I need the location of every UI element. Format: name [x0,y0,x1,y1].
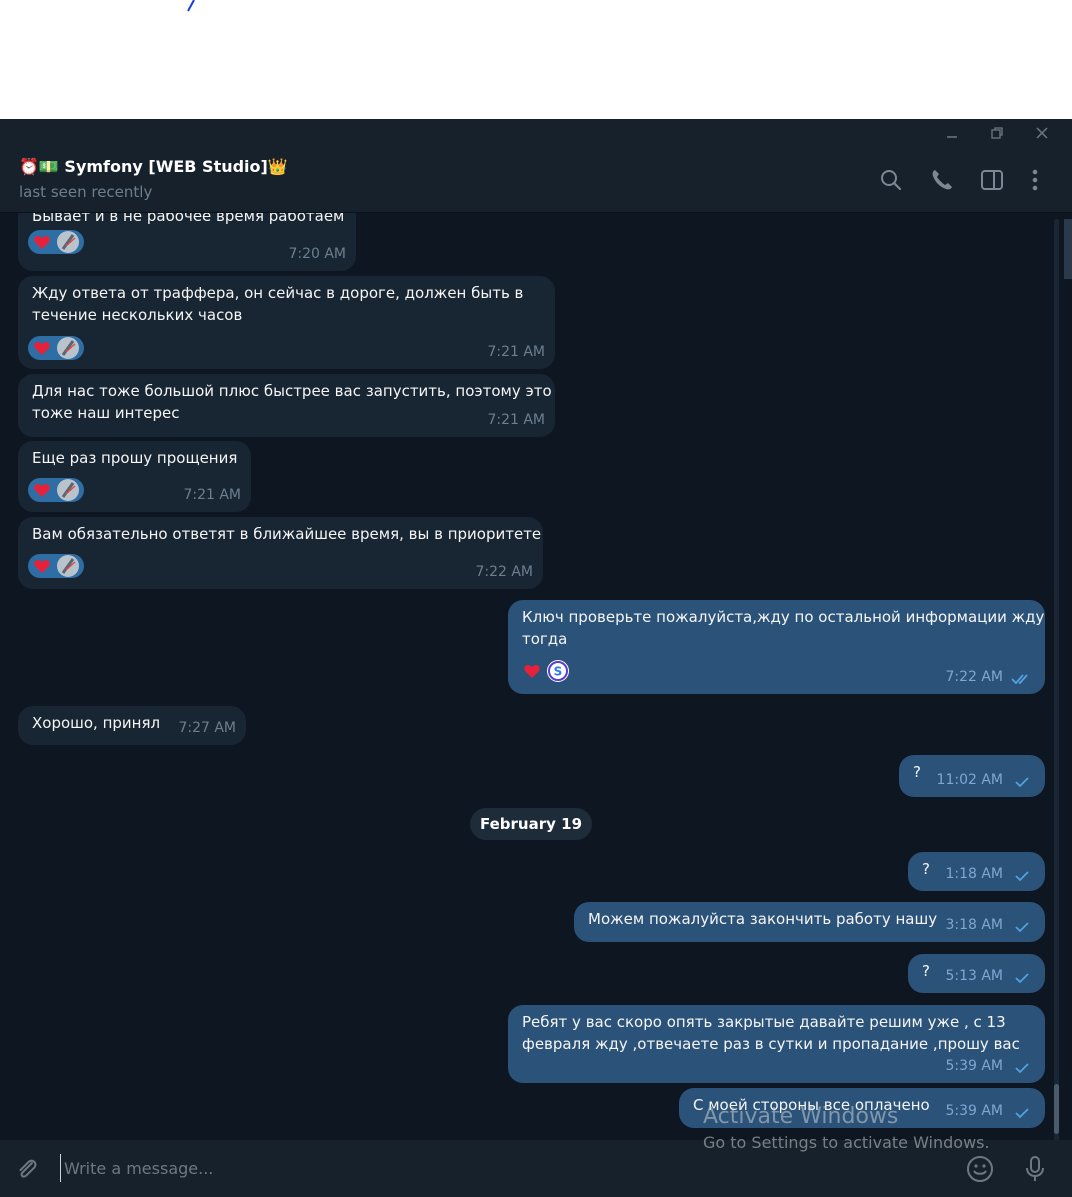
svg-text:S: S [554,665,563,679]
message-text-line: Для нас тоже большой плюс быстрее вас за… [32,382,552,400]
check-icon [1015,1063,1029,1074]
message-incoming[interactable]: Хорошо, принял 7:27 AM [18,706,246,745]
heart-icon [524,665,540,678]
check-icon [1015,1108,1029,1119]
message-text-line: тоже наш интерес [32,404,180,422]
check-icon [1015,871,1029,882]
message-text-line: Жду ответа от траффера, он сейчас в доро… [32,284,524,302]
chat-status: last seen recently [19,183,153,201]
message-text-line: тогда [522,630,568,648]
message-time: 7:22 AM [475,564,533,580]
telegram-window: ⏰💵 Symfony [WEB Studio]👑 last seen recen… [0,119,1072,1197]
message-outgoing[interactable]: ? 1:18 AM [908,852,1045,891]
message-time: 3:18 AM [945,917,1003,933]
message-time: 7:27 AM [178,720,236,736]
message-outgoing[interactable]: ? 11:02 AM [899,755,1045,797]
phone-icon[interactable] [929,167,955,193]
restore-icon[interactable] [987,123,1007,143]
message-list[interactable]: Бывает и в не рабочее время работаем 7:2… [0,213,1072,1140]
reactions[interactable] [28,336,84,360]
message-time: 7:22 AM [945,669,1003,685]
scrollbar-thumb[interactable] [1054,1084,1059,1134]
message-time: 5:13 AM [945,968,1003,984]
window-titlebar [0,119,1072,147]
check-icon [1015,777,1029,788]
message-composer [0,1140,1072,1197]
emoji-icon[interactable] [965,1154,995,1184]
message-outgoing[interactable]: ? 5:13 AM [908,954,1045,993]
message-incoming[interactable]: Вам обязательно ответят в ближайшее врем… [18,517,543,589]
heart-icon [34,560,50,573]
message-time: 5:39 AM [945,1058,1003,1074]
heart-icon [34,236,50,249]
message-text-line: Ребят у вас скоро опять закрытые давайте… [522,1013,1006,1031]
message-time: 7:21 AM [183,487,241,503]
window-edge [1064,219,1072,279]
reactor-avatar: S [547,660,569,682]
minimize-icon[interactable] [942,123,962,143]
attach-icon[interactable] [12,1154,42,1184]
search-icon[interactable] [878,167,904,193]
reactor-avatar [57,479,79,501]
microphone-icon[interactable] [1020,1154,1050,1184]
chat-title[interactable]: ⏰💵 Symfony [WEB Studio]👑 [19,157,288,176]
chat-header[interactable]: ⏰💵 Symfony [WEB Studio]👑 last seen recen… [0,147,1072,213]
double-check-icon [1011,674,1028,685]
sidebar-toggle-icon[interactable] [979,167,1005,193]
message-outgoing[interactable]: С моей стороны все оплачено 5:39 AM [679,1088,1045,1128]
message-outgoing[interactable]: Можем пожалуйста закончить работу нашу 3… [574,902,1045,942]
message-outgoing[interactable]: Ключ проверьте пожалуйста,жду по остальн… [508,600,1045,694]
message-incoming[interactable]: Жду ответа от траффера, он сейчас в доро… [18,276,555,369]
scrollbar-track[interactable] [1054,219,1059,1141]
reactions[interactable] [28,478,84,502]
reactor-avatar [57,337,79,359]
reactor-avatar [57,231,79,253]
message-incoming[interactable]: Для нас тоже большой плюс быстрее вас за… [18,374,555,437]
message-time: 7:20 AM [288,246,346,262]
message-time: 11:02 AM [936,772,1003,788]
message-time: 5:39 AM [945,1103,1003,1119]
check-icon [1015,922,1029,933]
date-separator: February 19 [470,808,592,840]
blue-stroke-mark [187,0,195,12]
message-time: 7:21 AM [487,344,545,360]
heart-icon [34,484,50,497]
background-top [0,0,1072,119]
message-time: 1:18 AM [945,866,1003,882]
message-text: Вам обязательно ответят в ближайшее врем… [32,525,542,543]
message-text: Еще раз прошу прощения [32,449,238,467]
message-time: 7:21 AM [487,412,545,428]
message-text-line: Ключ проверьте пожалуйста,жду по остальн… [522,608,1045,626]
reactions[interactable] [28,554,84,578]
message-text: Бывает и в не рабочее время работаем [32,213,345,225]
message-text-line: февраля жду ,отвечаете раз в сутки и про… [522,1035,1020,1053]
message-input[interactable] [60,1154,940,1182]
message-incoming[interactable]: Еще раз прошу прощения 7:21 AM [18,441,251,512]
message-outgoing[interactable]: Ребят у вас скоро опять закрытые давайте… [508,1005,1045,1083]
reactions[interactable]: S [518,659,574,683]
heart-icon [34,342,50,355]
reactions[interactable] [28,230,84,254]
more-icon[interactable] [1022,167,1048,193]
message-text-line: течение нескольких часов [32,306,243,324]
message-incoming[interactable]: Бывает и в не рабочее время работаем 7:2… [18,213,356,271]
check-icon [1015,973,1029,984]
reactor-avatar [57,555,79,577]
close-icon[interactable] [1032,123,1052,143]
